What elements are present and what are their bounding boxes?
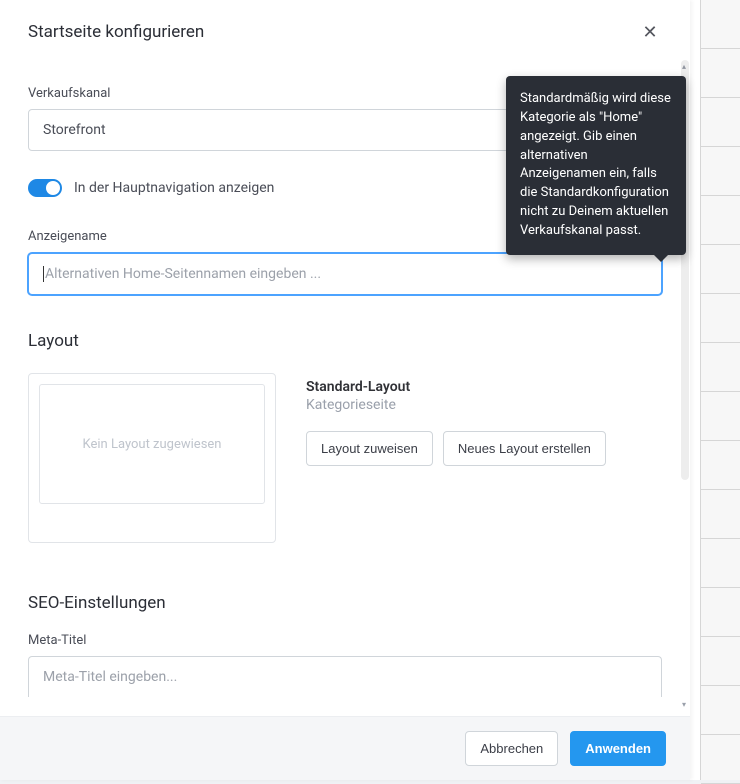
sales-channel-value: Storefront <box>43 122 106 138</box>
meta-title-placeholder: Meta-Titel eingeben... <box>43 669 177 685</box>
meta-title-input[interactable]: Meta-Titel eingeben... <box>28 656 662 697</box>
main-nav-toggle[interactable] <box>28 179 62 197</box>
layout-meta-title: Standard-Layout <box>306 379 662 395</box>
display-name-input[interactable]: Alternativen Home-Seitennamen eingeben .… <box>28 253 662 295</box>
layout-row: Kein Layout zugewiesen Standard-Layout K… <box>28 373 662 543</box>
modal-title: Startseite konfigurieren <box>28 22 204 42</box>
close-button[interactable]: ✕ <box>638 20 662 44</box>
scrollbar-down-icon[interactable]: ▾ <box>679 700 689 710</box>
layout-preview-placeholder: Kein Layout zugewiesen <box>39 384 265 504</box>
cancel-button[interactable]: Abbrechen <box>465 731 558 766</box>
modal-header: Startseite konfigurieren ✕ <box>0 0 690 56</box>
close-icon: ✕ <box>642 22 657 43</box>
display-name-placeholder: Alternativen Home-Seitennamen eingeben .… <box>45 266 321 282</box>
sales-channel-label: Verkaufskanal <box>28 86 110 101</box>
seo-section-title: SEO-Einstellungen <box>28 593 662 613</box>
display-name-label: Anzeigename <box>28 229 107 244</box>
toggle-knob <box>46 181 60 195</box>
main-nav-toggle-label: In der Hauptnavigation anzeigen <box>74 180 274 196</box>
configure-home-modal: Startseite konfigurieren ✕ Verkaufskanal… <box>0 0 690 780</box>
create-layout-button[interactable]: Neues Layout erstellen <box>443 431 606 466</box>
display-name-help-tooltip: Standardmäßig wird diese Kategorie als "… <box>506 76 686 255</box>
apply-button[interactable]: Anwenden <box>570 731 666 766</box>
layout-meta-subtitle: Kategorieseite <box>306 397 662 413</box>
modal-footer: Abbrechen Anwenden <box>0 716 690 780</box>
layout-section-title: Layout <box>28 331 662 351</box>
layout-meta: Standard-Layout Kategorieseite Layout zu… <box>306 373 662 543</box>
layout-preview-text: Kein Layout zugewiesen <box>83 437 222 452</box>
background-panel <box>700 0 740 780</box>
meta-title-label: Meta-Titel <box>28 633 86 648</box>
meta-title-field: Meta-Titel Meta-Titel eingeben... <box>28 633 662 697</box>
assign-layout-button[interactable]: Layout zuweisen <box>306 431 433 466</box>
layout-button-row: Layout zuweisen Neues Layout erstellen <box>306 431 662 466</box>
layout-preview-card: Kein Layout zugewiesen <box>28 373 276 543</box>
tooltip-text: Standardmäßig wird diese Kategorie als "… <box>520 91 671 238</box>
